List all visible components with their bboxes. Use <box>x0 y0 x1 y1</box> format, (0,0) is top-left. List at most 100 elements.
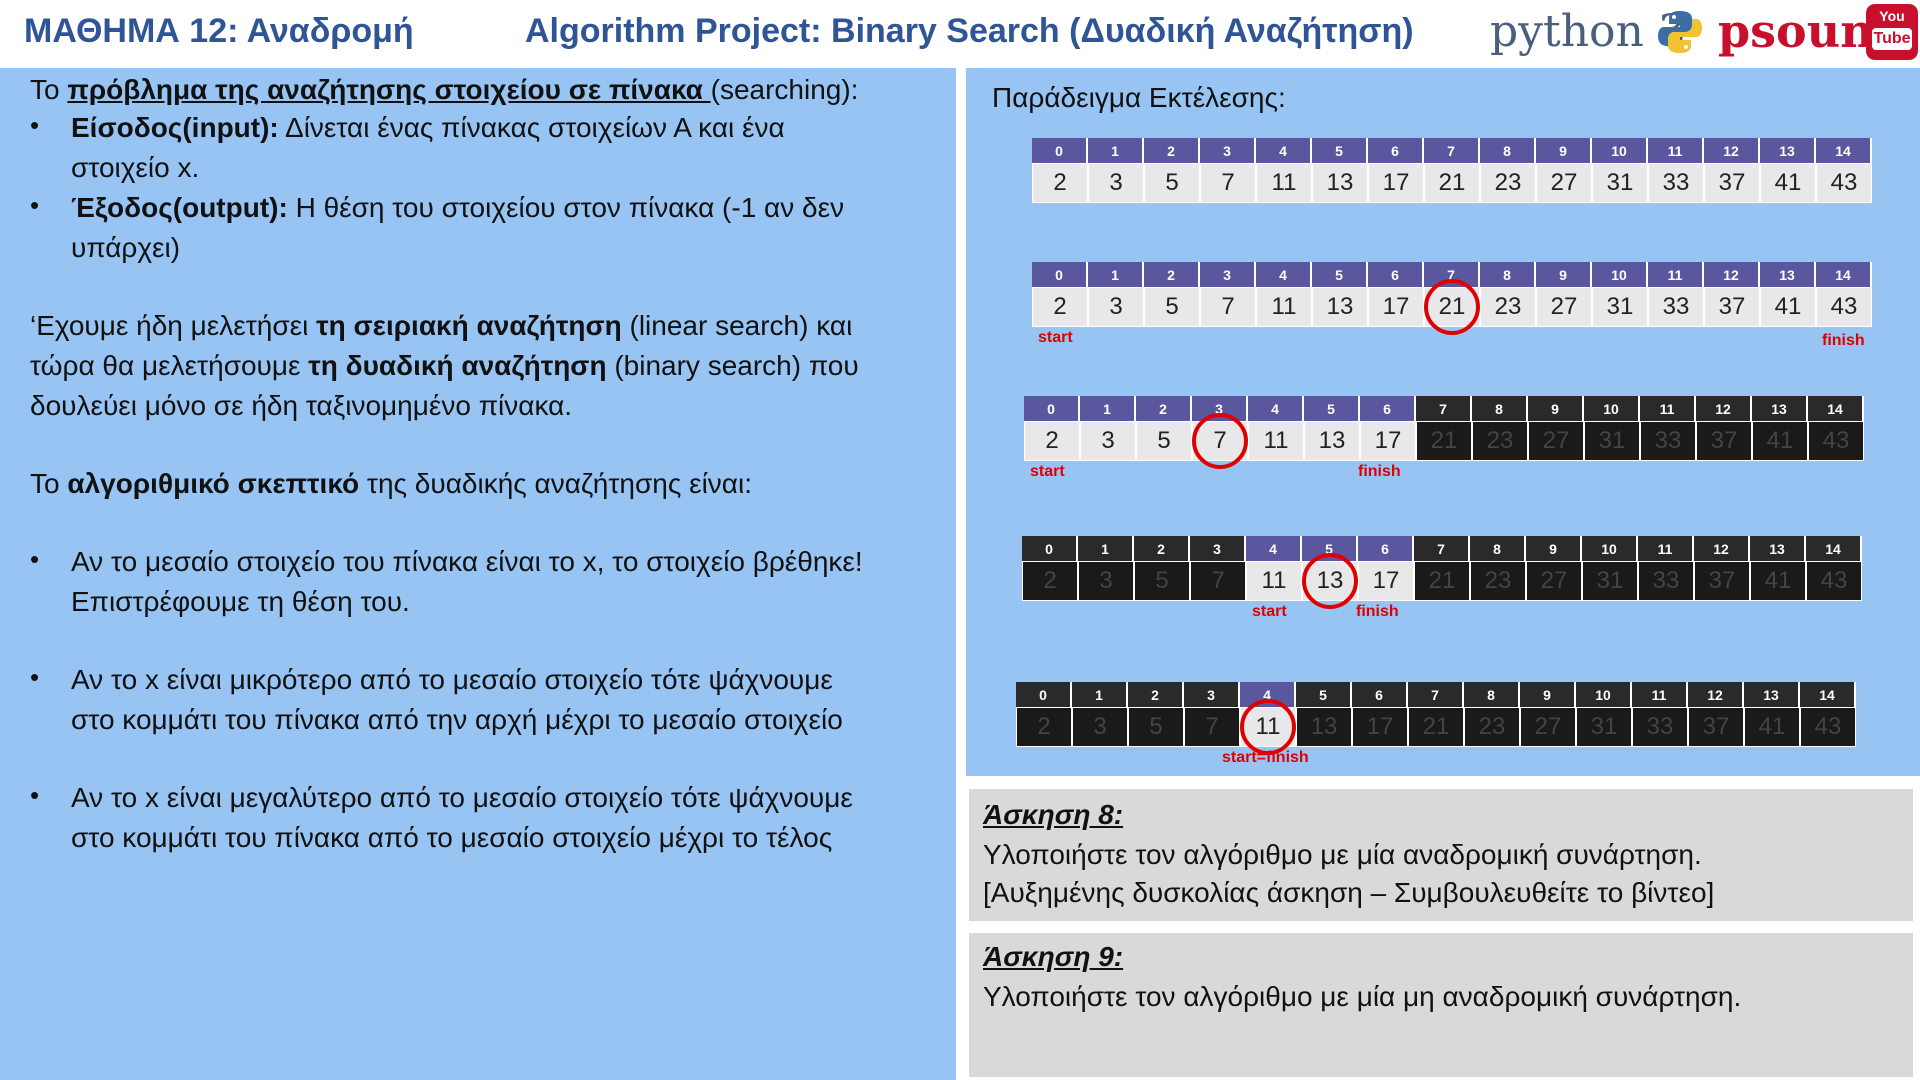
index-cell: 6 <box>1352 682 1408 707</box>
index-cell: 14 <box>1800 682 1856 707</box>
youtube-label-bottom: Tube <box>1872 28 1912 50</box>
problem-heading: πρόβλημα της αναζήτησης στοιχείου σε πίν… <box>67 74 711 105</box>
index-cell: 14 <box>1808 396 1864 421</box>
value-cell: 7 <box>1184 707 1240 747</box>
index-cell: 7 <box>1416 396 1472 421</box>
value-cell: 27 <box>1520 707 1576 747</box>
index-cell: 11 <box>1632 682 1688 707</box>
bullet-output: • <box>30 190 40 220</box>
value-cell: 21 <box>1424 163 1480 203</box>
input-label: Είσοδος(input): <box>71 112 279 143</box>
value-cell: 27 <box>1528 421 1584 461</box>
value-cell: 33 <box>1632 707 1688 747</box>
para2-l1-post: (linear search) και <box>621 310 853 341</box>
index-cell: 12 <box>1694 536 1750 561</box>
index-cell: 2 <box>1128 682 1184 707</box>
value-cell: 43 <box>1816 287 1872 327</box>
index-row: 0 1 2 3 4 5 6 7 8 9 10 11 12 13 14 <box>1032 262 1872 287</box>
para2-line2: τώρα θα μελετήσουμε τη δυαδική αναζήτηση… <box>30 346 859 386</box>
youtube-icon[interactable]: You Tube <box>1866 4 1918 60</box>
exercise-9-line1: Υλοποιήστε τον αλγόριθμο με μία μη αναδρ… <box>983 981 1742 1012</box>
index-cell: 2 <box>1136 396 1192 421</box>
exercise-9-box: Άσκηση 9: Υλοποιήστε τον αλγόριθμο με μί… <box>966 930 1916 1080</box>
rule1-line1: Αν το μεσαίο στοιχείο του πίνακα είναι τ… <box>71 546 863 577</box>
index-cell: 7 <box>1424 262 1480 287</box>
value-cell: 23 <box>1480 163 1536 203</box>
index-cell: 10 <box>1584 396 1640 421</box>
index-cell: 8 <box>1470 536 1526 561</box>
para2-l1-pre: ‘Εχουμε ήδη μελετήσει <box>30 310 317 341</box>
index-cell: 0 <box>1022 536 1078 561</box>
index-cell: 5 <box>1304 396 1360 421</box>
value-cell: 31 <box>1592 163 1648 203</box>
rule2-line2: στο κομμάτι του πίνακα από την αρχή μέχρ… <box>71 704 843 735</box>
value-cell: 5 <box>1128 707 1184 747</box>
finish-marker: finish <box>1356 603 1399 620</box>
index-cell: 5 <box>1312 138 1368 163</box>
value-cell: 13 <box>1296 707 1352 747</box>
value-row: 2 3 5 7 11 13 17 21 23 27 31 33 37 41 43 <box>1024 421 1864 461</box>
value-cell: 3 <box>1088 287 1144 327</box>
rule3-line1: Αν το x είναι μεγαλύτερο από το μεσαίο σ… <box>71 782 853 813</box>
value-cell: 17 <box>1368 163 1424 203</box>
index-cell: 3 <box>1184 682 1240 707</box>
index-cell: 10 <box>1582 536 1638 561</box>
value-cell: 21 <box>1416 421 1472 461</box>
para3-line: Το αλγοριθμικό σκεπτικό της δυαδικής ανα… <box>30 464 752 504</box>
index-cell: 13 <box>1760 262 1816 287</box>
para3-bold: αλγοριθμικό σκεπτικό <box>67 468 360 499</box>
lesson-title: ΜΑΘΗΜΑ 12: Αναδρομή <box>24 12 414 50</box>
python-icon <box>1658 11 1702 53</box>
value-cell: 37 <box>1694 561 1750 601</box>
value-cell: 11 <box>1246 561 1302 601</box>
value-cell: 41 <box>1752 421 1808 461</box>
value-cell: 43 <box>1816 163 1872 203</box>
index-cell: 14 <box>1806 536 1862 561</box>
index-cell: 6 <box>1368 262 1424 287</box>
value-cell: 37 <box>1704 163 1760 203</box>
value-cell: 23 <box>1480 287 1536 327</box>
index-row: 0 1 2 3 4 5 6 7 8 9 10 11 12 13 14 <box>1016 682 1856 707</box>
value-cell: 17 <box>1358 561 1414 601</box>
value-cell: 11 <box>1248 421 1304 461</box>
index-cell: 4 <box>1256 138 1312 163</box>
index-cell: 7 <box>1424 138 1480 163</box>
index-cell: 9 <box>1520 682 1576 707</box>
value-cell: 2 <box>1022 561 1078 601</box>
value-cell: 7 <box>1190 561 1246 601</box>
index-cell: 4 <box>1246 536 1302 561</box>
index-cell: 13 <box>1760 138 1816 163</box>
input-line: Είσοδος(input): Δίνεται ένας πίνακας στο… <box>71 108 785 148</box>
value-cell: 41 <box>1744 707 1800 747</box>
index-cell: 11 <box>1638 536 1694 561</box>
exercise-9-title: Άσκηση 9: <box>983 941 1124 972</box>
index-cell: 0 <box>1032 138 1088 163</box>
value-cell: 7 <box>1200 287 1256 327</box>
index-cell: 9 <box>1536 262 1592 287</box>
index-cell: 2 <box>1134 536 1190 561</box>
index-cell: 3 <box>1192 396 1248 421</box>
value-cell: 33 <box>1638 561 1694 601</box>
array-step-1: 0 1 2 3 4 5 6 7 8 9 10 11 12 13 14 2 3 5 7 11 13 17 21 23 27 31 33… <box>1032 138 1872 203</box>
index-cell: 12 <box>1704 138 1760 163</box>
index-cell: 0 <box>1016 682 1072 707</box>
index-cell: 9 <box>1526 536 1582 561</box>
value-cell: 3 <box>1078 561 1134 601</box>
index-cell: 4 <box>1240 682 1296 707</box>
index-cell: 11 <box>1648 262 1704 287</box>
index-cell: 3 <box>1190 536 1246 561</box>
value-cell: 11 <box>1240 707 1296 747</box>
index-cell: 5 <box>1302 536 1358 561</box>
index-cell: 7 <box>1408 682 1464 707</box>
value-cell: 23 <box>1470 561 1526 601</box>
value-cell: 23 <box>1464 707 1520 747</box>
youtube-label-top: You <box>1879 8 1905 24</box>
value-cell: 5 <box>1144 287 1200 327</box>
bullet-rule1: • <box>30 544 40 574</box>
value-cell: 21 <box>1408 707 1464 747</box>
index-cell: 9 <box>1528 396 1584 421</box>
finish-marker: finish <box>1822 332 1865 349</box>
value-cell: 5 <box>1134 561 1190 601</box>
index-cell: 12 <box>1688 682 1744 707</box>
value-cell: 41 <box>1750 561 1806 601</box>
